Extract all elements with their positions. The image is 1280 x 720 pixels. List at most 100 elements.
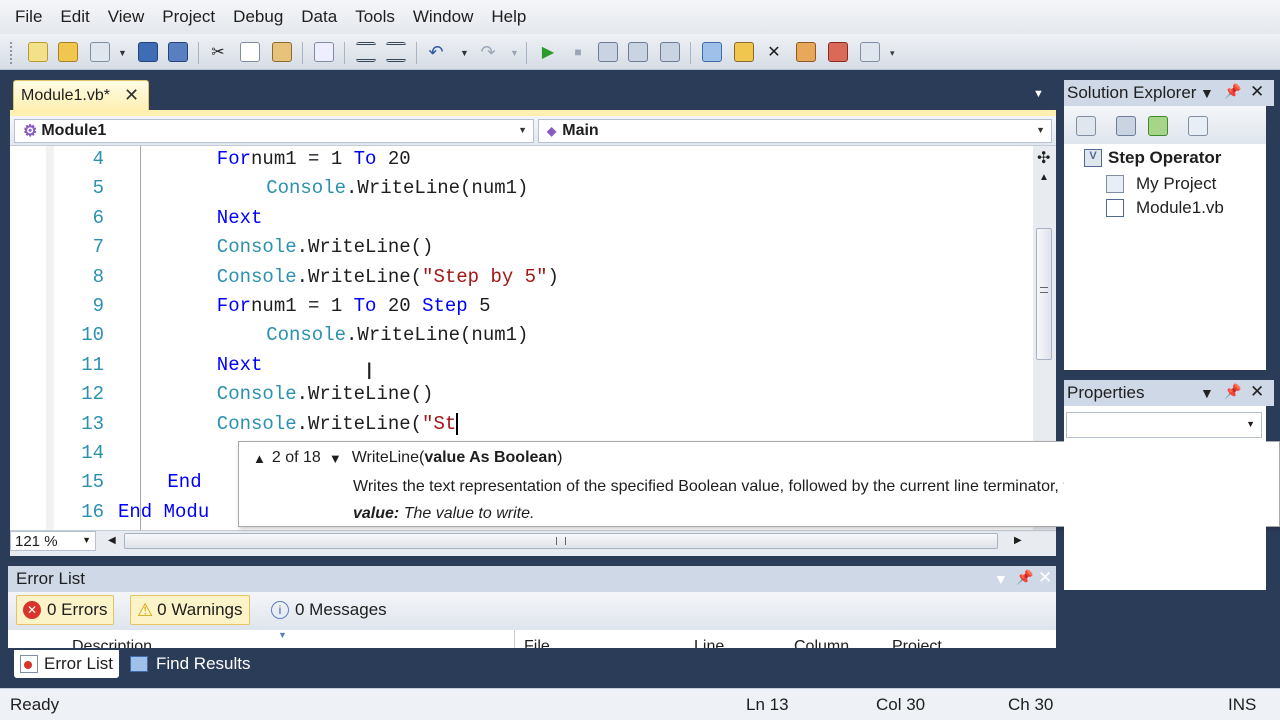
code-line[interactable]: 11 Next [10, 351, 1033, 380]
pin-icon[interactable]: 📌 [1016, 569, 1033, 586]
step-over-icon[interactable] [628, 42, 648, 62]
scroll-up-icon[interactable]: ▲ [1039, 172, 1049, 183]
window-position-icon[interactable]: ▼ [994, 571, 1008, 587]
split-handle-icon[interactable]: ✣ [1037, 148, 1050, 168]
copy-icon[interactable] [240, 42, 260, 62]
messages-filter-button[interactable]: i 0 Messages [264, 595, 394, 625]
code-line[interactable]: 6 Next [10, 204, 1033, 233]
comment-icon[interactable] [356, 42, 376, 62]
menu-project[interactable]: Project [153, 7, 224, 27]
code-line[interactable]: 9 Fornum1 = 1 To 20 Step 5 [10, 292, 1033, 321]
code-line[interactable]: 5 Console.WriteLine(num1) [10, 174, 1033, 203]
type-dropdown[interactable]: ⚙ Module1 ▼ [14, 119, 534, 143]
step-into-icon[interactable] [598, 42, 618, 62]
object-browser-icon[interactable] [796, 42, 816, 62]
save-icon[interactable] [138, 42, 158, 62]
find-in-files-icon[interactable] [702, 42, 722, 62]
code-line[interactable]: 13 Console.WriteLine("St [10, 410, 1033, 439]
code-line[interactable]: 7 Console.WriteLine() [10, 233, 1033, 262]
show-all-files-icon[interactable] [1116, 116, 1136, 136]
vertical-scroll-thumb[interactable] [1036, 228, 1052, 360]
menu-tools[interactable]: Tools [346, 7, 404, 27]
pin-icon[interactable]: 📌 [1224, 83, 1241, 100]
warnings-filter-button[interactable]: ⚠ 0 Warnings [130, 595, 250, 625]
undo-icon[interactable]: ↶ [426, 42, 446, 62]
toolbox-icon[interactable] [828, 42, 848, 62]
error-list-columns: Description ▼ File Line Column Project [8, 630, 1056, 648]
menu-edit[interactable]: Edit [51, 7, 98, 27]
status-char: Ch 30 [1008, 695, 1054, 714]
menu-data[interactable]: Data [292, 7, 346, 27]
close-icon[interactable]: ✕ [1250, 382, 1264, 402]
code-line[interactable]: 12 Console.WriteLine() [10, 380, 1033, 409]
close-tab-icon[interactable]: ✕ [124, 85, 139, 106]
close-icon[interactable]: ✕ [1250, 82, 1264, 102]
properties-object-dropdown[interactable]: ▼ [1066, 412, 1262, 438]
menu-window[interactable]: Window [404, 7, 482, 27]
tree-item-my-project[interactable]: My Project [1106, 174, 1216, 194]
code-text: Fornum1 = 1 To 20 Step 5 [217, 292, 491, 321]
code-line[interactable]: 4 Fornum1 = 1 To 20 [10, 146, 1033, 174]
refresh-icon[interactable] [1148, 116, 1168, 136]
start-page-icon[interactable] [860, 42, 880, 62]
tree-item-solution[interactable]: V Step Operator [1084, 148, 1221, 168]
tab-label: Find Results [156, 654, 251, 673]
solution-tree: V Step Operator My Project Module1.vb [1064, 144, 1266, 370]
new-project-icon[interactable] [28, 42, 48, 62]
close-icon[interactable]: ✕ [1038, 568, 1052, 588]
scroll-right-icon[interactable]: ▶ [1014, 535, 1022, 546]
toolbar-grip[interactable] [10, 42, 14, 64]
menu-debug[interactable]: Debug [224, 7, 292, 27]
member-dropdown[interactable]: ◆ Main ▼ [538, 119, 1052, 143]
param-description: The value to write. [403, 505, 535, 522]
menu-bar: File Edit View Project Debug Data Tools … [0, 0, 1280, 34]
column-project[interactable]: Project [892, 638, 942, 648]
line-number: 13 [81, 412, 104, 435]
tab-find-results[interactable]: Find Results [124, 650, 256, 678]
column-line[interactable]: Line [694, 638, 724, 648]
window-position-icon[interactable]: ▼ [1200, 385, 1214, 401]
add-item-dropdown-icon[interactable]: ▼ [118, 48, 127, 58]
save-all-icon[interactable] [168, 42, 188, 62]
tree-item-module1[interactable]: Module1.vb [1106, 198, 1224, 218]
code-line[interactable]: 10 Console.WriteLine(num1) [10, 321, 1033, 350]
menu-file[interactable]: File [6, 7, 51, 27]
chevron-down-icon: ▼ [1246, 419, 1255, 429]
scroll-left-icon[interactable]: ◀ [108, 535, 116, 546]
solution-explorer-title: Solution Explorer [1067, 83, 1197, 102]
column-description[interactable]: Description [72, 638, 152, 648]
toolbar-options-icon[interactable]: ▾ [890, 48, 895, 59]
tab-list-dropdown-icon[interactable]: ▼ [1033, 88, 1044, 100]
open-folder-icon[interactable] [58, 42, 78, 62]
next-overload-icon[interactable]: ▼ [329, 451, 342, 466]
properties-icon[interactable] [1076, 116, 1096, 136]
column-file[interactable]: File [524, 638, 550, 648]
previous-overload-icon[interactable]: ▲ [253, 451, 266, 466]
zoom-dropdown[interactable]: 121 % ▼ [10, 531, 96, 551]
tab-module1[interactable]: Module1.vb* ✕ [13, 80, 149, 110]
column-column[interactable]: Column [794, 638, 849, 648]
menu-view[interactable]: View [99, 7, 154, 27]
tab-label: Module1.vb* [21, 86, 110, 104]
menu-help[interactable]: Help [482, 7, 535, 27]
add-item-icon[interactable] [90, 42, 110, 62]
start-debugging-icon[interactable]: ▶ [538, 42, 558, 62]
tab-error-list[interactable]: Error List [14, 650, 119, 678]
view-code-icon[interactable] [1188, 116, 1208, 136]
code-line[interactable]: 8 Console.WriteLine("Step by 5") [10, 263, 1033, 292]
module-icon: ⚙ [23, 123, 38, 140]
solution-explorer-icon[interactable] [734, 42, 754, 62]
tools-icon[interactable]: ✕ [764, 42, 784, 62]
line-number: 14 [81, 442, 104, 464]
status-bar: Ready Ln 13 Col 30 Ch 30 INS [0, 688, 1280, 720]
errors-filter-button[interactable]: ✕ 0 Errors [16, 595, 115, 625]
uncomment-icon[interactable] [386, 42, 406, 62]
window-position-icon[interactable]: ▼ [1200, 85, 1214, 101]
pin-icon[interactable]: 📌 [1224, 383, 1241, 400]
paste-icon[interactable] [272, 42, 292, 62]
cut-icon[interactable]: ✂ [208, 42, 228, 62]
step-out-icon[interactable] [660, 42, 680, 62]
horizontal-scroll-thumb[interactable] [124, 533, 998, 549]
find-icon[interactable] [314, 42, 334, 62]
undo-dropdown-icon[interactable]: ▼ [460, 48, 469, 58]
